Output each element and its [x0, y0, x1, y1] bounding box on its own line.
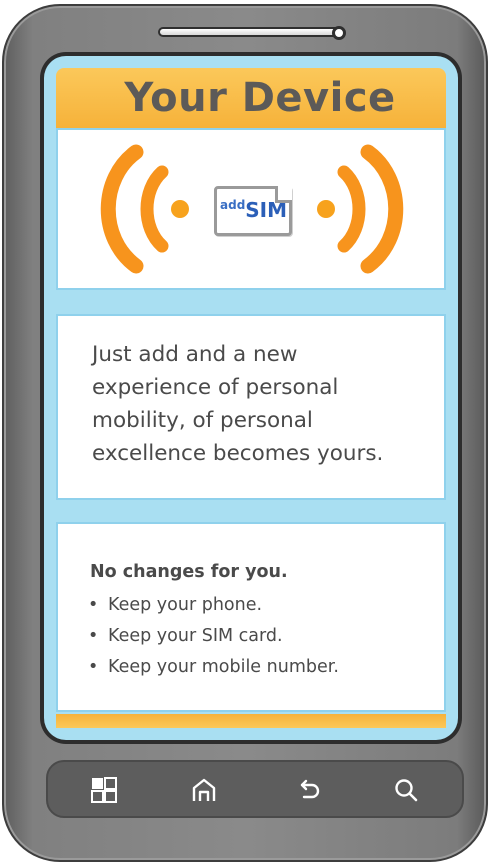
- list-item: • Keep your phone.: [88, 590, 339, 621]
- list-item: • Keep your mobile number.: [88, 652, 339, 683]
- bullet-icon: •: [88, 595, 99, 615]
- home-button[interactable]: [188, 774, 220, 806]
- back-icon: [300, 779, 320, 799]
- benefits-title: No changes for you.: [90, 562, 288, 582]
- phone-camera: [332, 26, 346, 40]
- benefits-panel: No changes for you. • Keep your phone. • K…: [56, 522, 446, 712]
- search-icon: [395, 779, 418, 802]
- page-title: Your Device: [124, 75, 396, 121]
- benefits-list: • Keep your phone. • Keep your SIM card. •…: [88, 590, 339, 683]
- description-line: excellence becomes yours.: [92, 441, 384, 466]
- back-button[interactable]: [294, 774, 326, 806]
- apps-grid-icon: [91, 777, 117, 803]
- home-icon: [192, 778, 216, 801]
- add-sim-card-icon: addSIM: [214, 186, 292, 236]
- apps-button[interactable]: [88, 774, 120, 806]
- phone-screen: Your Device addSIM Just add and a new ex…: [44, 56, 458, 740]
- sim-label-prefix: add: [220, 198, 246, 212]
- description-panel: Just add and a new experience of persona…: [56, 314, 446, 500]
- list-item-text: Keep your phone.: [108, 595, 263, 615]
- list-item-text: Keep your mobile number.: [108, 657, 339, 677]
- sim-label: addSIM: [220, 198, 287, 222]
- bullet-icon: •: [88, 626, 99, 646]
- bullet-icon: •: [88, 657, 99, 677]
- app-root: Your Device addSIM Just add and a new ex…: [0, 0, 492, 866]
- phone-speaker: [158, 27, 340, 37]
- screen-footer-bar: [56, 714, 446, 728]
- description-line: mobility, of personal: [92, 408, 313, 433]
- left-signal-waves: [100, 144, 189, 274]
- sim-label-main: SIM: [245, 198, 288, 222]
- list-item: • Keep your SIM card.: [88, 621, 339, 652]
- description-line: Just add and a new: [92, 342, 298, 367]
- search-button[interactable]: [390, 774, 422, 806]
- description-text: Just add and a new experience of persona…: [92, 338, 432, 470]
- list-item-text: Keep your SIM card.: [108, 626, 283, 646]
- navigation-bar: [46, 760, 464, 818]
- description-line: experience of personal: [92, 375, 339, 400]
- right-signal-waves: [317, 144, 404, 274]
- screen-header: Your Device: [56, 68, 446, 128]
- signal-panel: addSIM: [56, 128, 446, 290]
